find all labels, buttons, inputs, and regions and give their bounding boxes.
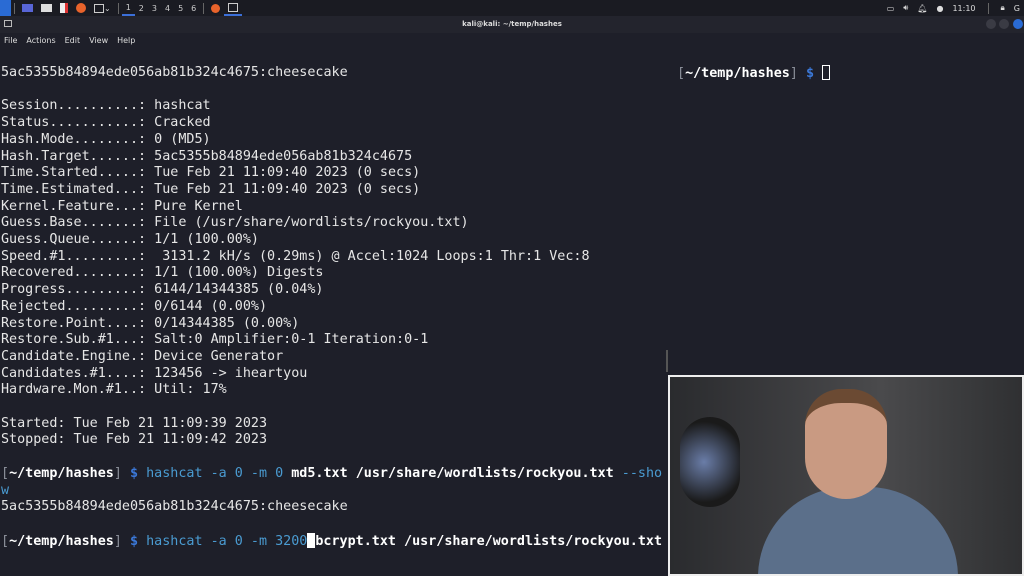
- prompt-line[interactable]: [~/temp/hashes] $: [677, 65, 831, 83]
- firefox-task-icon[interactable]: [207, 0, 224, 16]
- divider: [14, 2, 15, 14]
- status-line: Session..........: hashcat: [1, 98, 211, 114]
- status-line: Restore.Sub.#1...: Salt:0 Amplifier:0-1 …: [1, 332, 429, 348]
- menu-actions[interactable]: Actions: [26, 36, 55, 45]
- workspace-1[interactable]: 1: [121, 0, 135, 16]
- system-tray: ▭ 🔊︎ 🔔︎ ● 11:10 🔒︎ G: [887, 0, 1024, 16]
- result-line: 5ac5355b84894ede056ab81b324c4675:cheesec…: [1, 499, 348, 515]
- person-head: [805, 389, 887, 499]
- webcam-overlay: [668, 375, 1024, 576]
- microphone: [680, 417, 740, 507]
- menu-edit[interactable]: Edit: [65, 36, 81, 45]
- stopped-line: Stopped: Tue Feb 21 11:09:42 2023: [1, 432, 268, 448]
- window-titlebar: kali@kali: ~/temp/hashes: [0, 16, 1024, 33]
- scrollbar[interactable]: [666, 350, 668, 372]
- clock[interactable]: 11:10: [952, 4, 975, 13]
- minimize-button[interactable]: [986, 19, 996, 29]
- menu-file[interactable]: File: [4, 36, 17, 45]
- status-line: Restore.Point....: 0/14344385 (0.00%): [1, 315, 300, 331]
- divider: [987, 2, 989, 14]
- terminal-right-pane[interactable]: [~/temp/hashes] $: [677, 65, 831, 83]
- hashcat-status: Session..........: hashcat Status........…: [1, 98, 667, 399]
- display-icon[interactable]: ▭: [887, 4, 895, 13]
- menu-help[interactable]: Help: [117, 36, 135, 45]
- command-wrap: w: [1, 482, 10, 498]
- power-icon[interactable]: ●: [936, 4, 943, 13]
- maximize-button[interactable]: [999, 19, 1009, 29]
- status-line: Hash.Target......: 5ac5355b84894ede056ab…: [1, 148, 413, 164]
- close-button[interactable]: [1013, 19, 1023, 29]
- terminal-icon[interactable]: ⌄: [90, 0, 115, 16]
- terminal-task-icon[interactable]: [224, 0, 243, 16]
- workspace-3[interactable]: 3: [148, 0, 161, 16]
- menu-bar: File Actions Edit View Help: [0, 33, 1024, 48]
- terminal-left-pane[interactable]: 5ac5355b84894ede056ab81b324c4675:cheesec…: [1, 65, 667, 550]
- person: [758, 487, 958, 574]
- file-manager-icon[interactable]: [37, 0, 56, 16]
- status-line: Hash.Mode........: 0 (MD5): [1, 131, 211, 147]
- workspace-4[interactable]: 4: [161, 0, 174, 16]
- volume-icon[interactable]: 🔊︎: [903, 3, 908, 13]
- status-line: Progress.........: 6144/14344385 (0.04%): [1, 282, 324, 298]
- status-line: Status...........: Cracked: [1, 115, 211, 131]
- status-line: Guess.Queue......: 1/1 (100.00%): [1, 232, 259, 248]
- command: hashcat -a 0 -m 3200: [146, 533, 308, 549]
- command-args: md5.txt /usr/share/wordlists/rockyou.txt: [291, 465, 614, 481]
- workspace-6[interactable]: 6: [187, 0, 200, 16]
- command: hashcat -a 0 -m 0: [146, 465, 292, 481]
- notification-icon[interactable]: 🔔︎: [917, 4, 927, 13]
- menu-view[interactable]: View: [89, 36, 108, 45]
- status-line: Kernel.Feature...: Pure Kernel: [1, 198, 243, 214]
- command-args: bcrypt.txt /usr/share/wordlists/rockyou.…: [315, 533, 663, 549]
- status-line: Speed.#1.........: 3131.2 kH/s (0.29ms) …: [1, 248, 590, 264]
- text-editor-icon[interactable]: [56, 0, 72, 16]
- status-line: Recovered........: 1/1 (100.00%) Digests: [1, 265, 324, 281]
- divider: [203, 2, 205, 14]
- prompt-path: ~/temp/hashes: [9, 533, 114, 549]
- status-line: Hardware.Mon.#1..: Util: 17%: [1, 382, 227, 398]
- status-line: Candidate.Engine.: Device Generator: [1, 348, 284, 364]
- logout-icon[interactable]: G: [1014, 4, 1020, 13]
- prompt-path: ~/temp/hashes: [9, 465, 114, 481]
- lock-icon[interactable]: 🔒︎: [1001, 3, 1005, 13]
- command-flag: --sho: [613, 465, 663, 481]
- status-line: Candidates.#1....: 123456 -> iheartyou: [1, 365, 308, 381]
- taskbar: ⌄ 1 2 3 4 5 6 ▭ 🔊︎ 🔔︎ ● 11:10 🔒︎ G: [0, 0, 1024, 16]
- firefox-icon[interactable]: [72, 0, 90, 16]
- status-line: Guess.Base.......: File (/usr/share/word…: [1, 215, 469, 231]
- workspace-5[interactable]: 5: [174, 0, 187, 16]
- prompt-line-1: [~/temp/hashes] $ hashcat -a 0 -m 0 md5.…: [1, 465, 663, 481]
- prompt-path: ~/temp/hashes: [685, 66, 790, 81]
- output-line: 5ac5355b84894ede056ab81b324c4675:cheesec…: [1, 65, 348, 80]
- text-cursor: [822, 65, 831, 80]
- status-line: Time.Estimated...: Tue Feb 21 11:09:40 2…: [1, 181, 421, 197]
- status-line: Time.Started.....: Tue Feb 21 11:09:40 2…: [1, 165, 421, 181]
- status-line: Rejected.........: 0/6144 (0.00%): [1, 298, 268, 314]
- kali-menu-icon[interactable]: [0, 0, 11, 16]
- started-line: Started: Tue Feb 21 11:09:39 2023: [1, 415, 268, 431]
- workspace-2[interactable]: 2: [135, 0, 148, 16]
- divider: [117, 2, 119, 14]
- prompt-line-2[interactable]: [~/temp/hashes] $ hashcat -a 0 -m 3200 bc…: [1, 532, 667, 551]
- window-title: kali@kali: ~/temp/hashes: [462, 20, 562, 28]
- desktop-icon[interactable]: [18, 0, 37, 16]
